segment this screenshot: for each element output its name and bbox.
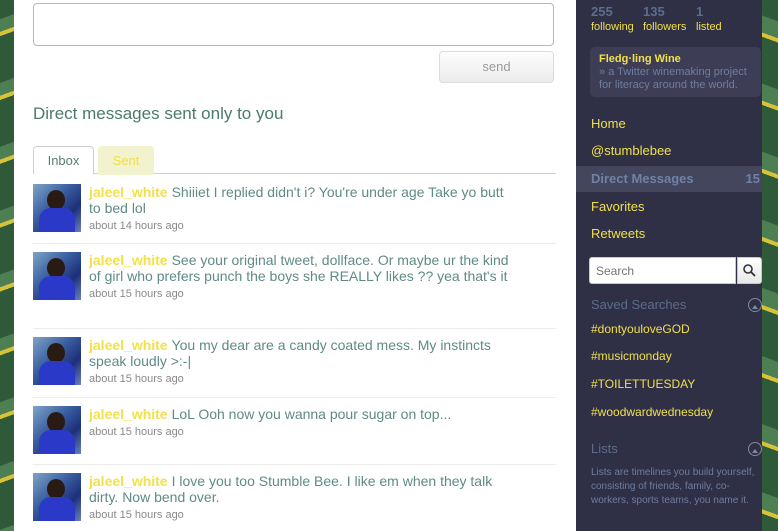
stat-number: 255 (591, 4, 613, 19)
saved-search-item[interactable]: #TOILETTUESDAY (591, 376, 695, 392)
nav-count-badge: 15 (745, 171, 760, 186)
message-username[interactable]: jaleel_white (89, 184, 168, 200)
stat-label: followers (643, 21, 687, 33)
background-left (0, 0, 14, 531)
profile-stats: 255 following 135 followers 1 listed (591, 4, 761, 38)
lists-description: Lists are timelines you build yourself, … (591, 467, 755, 506)
nav-item-home[interactable]: Home (576, 111, 762, 137)
message-item: jaleel_white I love you too Stumble Bee. … (33, 465, 556, 531)
nav-item-mentions[interactable]: @stumblebee (576, 138, 762, 164)
message-time[interactable]: about 15 hours ago (89, 508, 509, 522)
tab-sent[interactable]: Sent (98, 146, 154, 175)
message-time[interactable]: about 15 hours ago (89, 425, 509, 439)
collapse-icon[interactable] (748, 442, 762, 456)
dm-tabs: Inbox Sent (33, 146, 556, 175)
message-username[interactable]: jaleel_white (89, 252, 168, 268)
message-item: jaleel_white LoL Ooh now you wanna pour s… (33, 398, 556, 465)
message-time[interactable]: about 14 hours ago (89, 219, 509, 233)
sidebar-search (589, 257, 762, 284)
message-time[interactable]: about 15 hours ago (89, 287, 509, 301)
nav-label: Direct Messages (591, 171, 694, 186)
avatar[interactable] (33, 252, 81, 300)
stat-listed[interactable]: 1 listed (696, 4, 722, 34)
message-body: jaleel_white LoL Ooh now you wanna pour s… (89, 406, 509, 439)
search-icon (743, 264, 756, 277)
saved-searches-header[interactable]: Saved Searches (591, 295, 762, 315)
message-item: jaleel_white Shiiiet I replied didn't i? … (33, 176, 556, 244)
message-username[interactable]: jaleel_white (89, 406, 168, 422)
nav-item-favorites[interactable]: Favorites (576, 194, 762, 220)
search-input[interactable] (589, 257, 736, 284)
search-button[interactable] (737, 257, 762, 284)
promo-box[interactable]: Fledg·ling Wine » a Twitter winemaking p… (590, 47, 761, 97)
message-time[interactable]: about 15 hours ago (89, 372, 509, 386)
avatar[interactable] (33, 406, 81, 454)
promo-description: » a Twitter winemaking project for liter… (599, 66, 747, 91)
saved-search-item[interactable]: #dontyouloveGOD (591, 321, 690, 337)
stat-followers[interactable]: 135 followers (643, 4, 686, 34)
collapse-icon[interactable] (748, 298, 762, 312)
background-right (762, 0, 778, 531)
nav-item-retweets[interactable]: Retweets (576, 221, 762, 247)
tab-inbox[interactable]: Inbox (33, 146, 94, 175)
main-content: send Direct messages sent only to you In… (14, 0, 576, 531)
message-item: jaleel_white You my dear are a candy coat… (33, 329, 556, 398)
stat-label: following (591, 21, 634, 33)
send-button[interactable]: send (439, 51, 554, 83)
message-body: jaleel_white You my dear are a candy coat… (89, 337, 509, 386)
stat-label: listed (696, 21, 722, 33)
message-text: LoL Ooh now you wanna pour sugar on top.… (171, 406, 452, 422)
message-body: jaleel_white Shiiiet I replied didn't i? … (89, 184, 509, 233)
stat-following[interactable]: 255 following (591, 4, 634, 34)
avatar[interactable] (33, 337, 81, 385)
message-body: jaleel_white See your original tweet, dol… (89, 252, 509, 301)
avatar[interactable] (33, 473, 81, 521)
message-body: jaleel_white I love you too Stumble Bee. … (89, 473, 509, 522)
saved-search-item[interactable]: #woodwardwednesday (591, 404, 713, 420)
message-username[interactable]: jaleel_white (89, 337, 168, 353)
promo-title: Fledg·ling Wine (599, 53, 681, 65)
dm-compose-textarea[interactable] (33, 3, 554, 46)
message-username[interactable]: jaleel_white (89, 473, 168, 489)
saved-search-item[interactable]: #musicmonday (591, 348, 672, 364)
nav-item-direct-messages[interactable]: Direct Messages 15 (576, 166, 762, 192)
lists-title: Lists (591, 441, 618, 456)
sidebar: 255 following 135 followers 1 listed Fle… (576, 0, 762, 531)
message-item: jaleel_white See your original tweet, dol… (33, 244, 556, 329)
avatar[interactable] (33, 184, 81, 232)
lists-header[interactable]: Lists (591, 439, 762, 459)
stat-number: 1 (696, 4, 704, 19)
saved-searches-title: Saved Searches (591, 297, 687, 312)
stat-number: 135 (643, 4, 665, 19)
page-title: Direct messages sent only to you (33, 104, 284, 123)
